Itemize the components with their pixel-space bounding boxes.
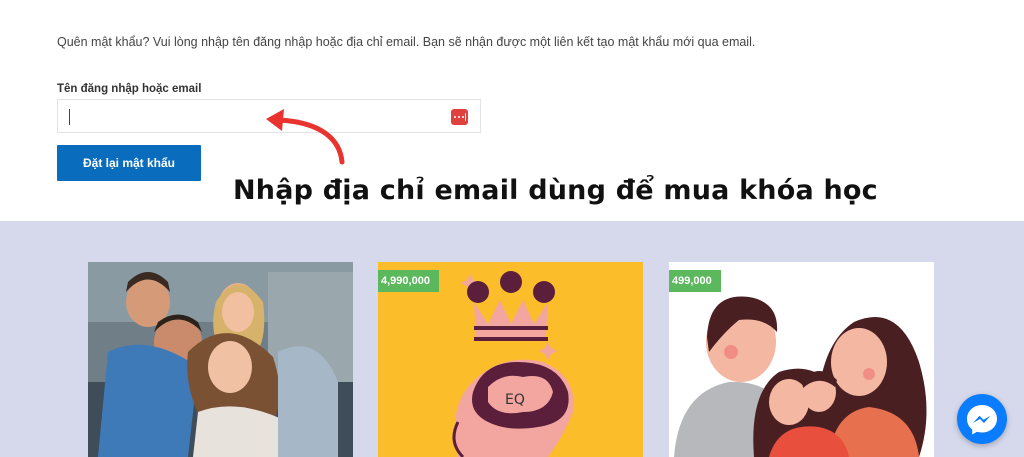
course-card-parenting[interactable]: 499,000 (669, 262, 934, 457)
field-label: Tên đăng nhập hoặc email (57, 83, 202, 95)
messenger-icon (967, 405, 997, 435)
price-badge: 499,000 (669, 270, 721, 292)
courses-section: EQ 4,990,000 499,000 (0, 221, 1024, 457)
price-badge: 4,990,000 (378, 270, 439, 292)
eq-text: EQ (505, 392, 525, 408)
password-manager-icon[interactable] (451, 109, 468, 125)
reset-password-section: Quên mật khẩu? Vui lòng nhập tên đăng nh… (0, 0, 1024, 221)
family-photo (88, 262, 353, 457)
reset-password-button[interactable]: Đặt lại mật khẩu (57, 145, 201, 181)
course-card-family[interactable] (88, 262, 353, 457)
annotation-arrow-icon (266, 109, 345, 165)
text-caret (69, 109, 70, 125)
course-card-eq[interactable]: EQ 4,990,000 (378, 262, 643, 457)
intro-text: Quên mật khẩu? Vui lòng nhập tên đăng nh… (57, 35, 756, 49)
annotation-text: Nhập địa chỉ email dùng để mua khóa học (233, 175, 878, 206)
messenger-chat-button[interactable] (957, 394, 1007, 444)
